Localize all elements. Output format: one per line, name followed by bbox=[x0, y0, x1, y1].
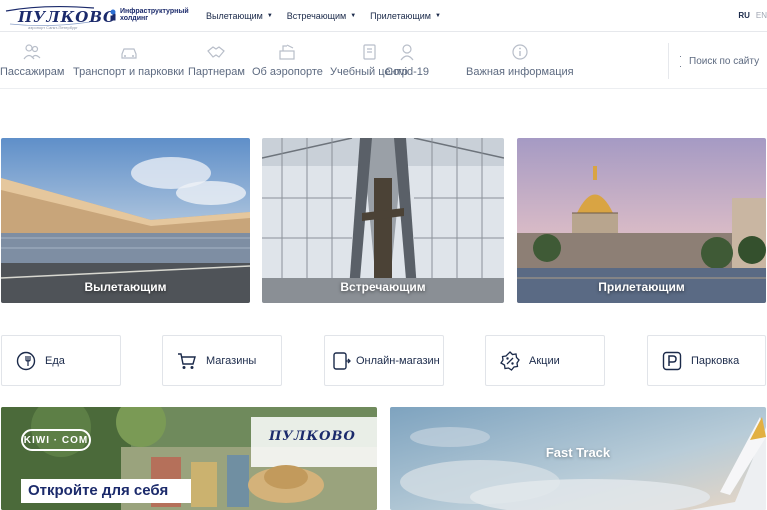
holding-text: Инфраструктурный холдинг bbox=[120, 8, 190, 22]
secnav-label: Транспорт и парковки bbox=[73, 66, 185, 78]
hero-card-label: Прилетающим bbox=[598, 280, 685, 294]
language-switch: RU EN bbox=[738, 11, 767, 20]
secnav-label: Важная информация bbox=[466, 66, 574, 78]
meeting-photo bbox=[262, 138, 504, 303]
parking-icon bbox=[662, 351, 682, 370]
holding-logo[interactable]: Инфраструктурный холдинг bbox=[110, 8, 190, 26]
arrivals-photo bbox=[517, 138, 766, 303]
handshake-icon bbox=[207, 46, 226, 58]
cart-icon bbox=[178, 352, 196, 369]
logo-subtitle: аэропорт Санкт-Петербург bbox=[28, 25, 78, 30]
secnav-item-covid[interactable]: Covid-19 bbox=[385, 43, 429, 78]
kiwi-logo: KIWI · COM bbox=[21, 429, 91, 451]
hero-card-label: Встречающим bbox=[340, 280, 426, 294]
quick-link-label: Онлайн-магазин bbox=[356, 354, 440, 367]
holding-line1: Инфраструктурный bbox=[120, 8, 189, 15]
chevron-down-icon: ▼ bbox=[350, 13, 357, 19]
training-icon bbox=[363, 44, 376, 60]
lang-en[interactable]: EN bbox=[756, 11, 767, 20]
secnav-label: Об аэропорте bbox=[252, 66, 323, 78]
top-nav-arrivals[interactable]: Прилетающим ▼ bbox=[370, 11, 441, 21]
secnav-item-partners[interactable]: Партнерам bbox=[188, 43, 245, 78]
hero-card-meeting[interactable]: Встречающим bbox=[262, 138, 504, 303]
secnav-label: Covid-19 bbox=[385, 66, 430, 78]
logo-text: ПУЛКОВО bbox=[18, 8, 118, 26]
secnav-label: Пассажирам bbox=[0, 66, 65, 78]
quick-link-label: Еда bbox=[45, 354, 65, 367]
search-box: · · bbox=[668, 43, 767, 79]
passengers-icon bbox=[23, 44, 41, 60]
hero-card-label: Вылетающим bbox=[84, 280, 167, 294]
quick-link-label: Акции bbox=[529, 354, 560, 367]
hero-card-arrivals[interactable]: Прилетающим bbox=[517, 138, 766, 303]
kiwi-tagline: Откройте для себя bbox=[28, 482, 169, 499]
top-nav-meeting[interactable]: Встречающим ▼ bbox=[287, 11, 356, 21]
quick-link-label: Магазины bbox=[206, 354, 257, 367]
quick-link-promotions[interactable]: Акции bbox=[485, 335, 605, 386]
covid-icon bbox=[400, 44, 414, 61]
top-nav: Вылетающим ▼ Встречающим ▼ Прилетающим ▼ bbox=[206, 11, 441, 21]
page: ПУЛКОВО аэропорт Санкт-Петербург Инфраст… bbox=[0, 0, 767, 510]
promo-kiwi[interactable]: KIWI · COM ПУЛКОВО Откройте для себя bbox=[1, 407, 377, 510]
search-dots-icon: · · bbox=[679, 51, 683, 71]
search-input[interactable] bbox=[689, 55, 767, 67]
holding-emblem-icon bbox=[110, 9, 116, 21]
chevron-down-icon: ▼ bbox=[266, 13, 273, 19]
quick-link-shops[interactable]: Магазины bbox=[162, 335, 282, 386]
top-nav-label: Прилетающим bbox=[370, 11, 431, 21]
secondary-nav: Пассажирам Транспорт и парковки Партнера… bbox=[0, 33, 767, 89]
pulkovo-logo[interactable]: ПУЛКОВО аэропорт Санкт-Петербург bbox=[4, 2, 116, 30]
quick-link-parking[interactable]: Парковка bbox=[647, 335, 766, 386]
quick-link-food[interactable]: Еда bbox=[1, 335, 121, 386]
airport-icon bbox=[279, 44, 296, 60]
promo-fasttrack[interactable]: Fast Track bbox=[390, 407, 766, 510]
secnav-item-passengers[interactable]: Пассажирам bbox=[0, 43, 64, 78]
top-nav-label: Вылетающим bbox=[206, 11, 263, 21]
quick-link-online-shop[interactable]: Онлайн-магазин bbox=[324, 335, 444, 386]
car-icon bbox=[120, 48, 137, 59]
online-shop-icon bbox=[333, 351, 351, 370]
secnav-item-important[interactable]: Важная информация bbox=[466, 43, 574, 78]
food-icon bbox=[16, 351, 36, 370]
chevron-down-icon: ▼ bbox=[435, 13, 441, 19]
departures-photo bbox=[1, 138, 250, 303]
kiwi-brand: KIWI · COM bbox=[23, 434, 89, 446]
secnav-item-transport[interactable]: Транспорт и парковки bbox=[73, 43, 184, 78]
lang-ru[interactable]: RU bbox=[738, 11, 750, 20]
hero-card-departures[interactable]: Вылетающим bbox=[1, 138, 250, 303]
percent-icon bbox=[500, 350, 520, 371]
secnav-item-about[interactable]: Об аэропорте bbox=[252, 43, 323, 78]
holding-line2: холдинг bbox=[120, 15, 149, 22]
fasttrack-label: Fast Track bbox=[545, 445, 611, 460]
secnav-label: Партнерам bbox=[188, 66, 245, 78]
top-bar: ПУЛКОВО аэропорт Санкт-Петербург Инфраст… bbox=[0, 0, 767, 32]
kiwi-partner-logo: ПУЛКОВО bbox=[269, 429, 356, 444]
top-nav-label: Встречающим bbox=[286, 11, 347, 21]
info-icon bbox=[512, 44, 528, 60]
top-nav-departures[interactable]: Вылетающим ▼ bbox=[206, 11, 273, 21]
quick-link-label: Парковка bbox=[691, 354, 740, 367]
